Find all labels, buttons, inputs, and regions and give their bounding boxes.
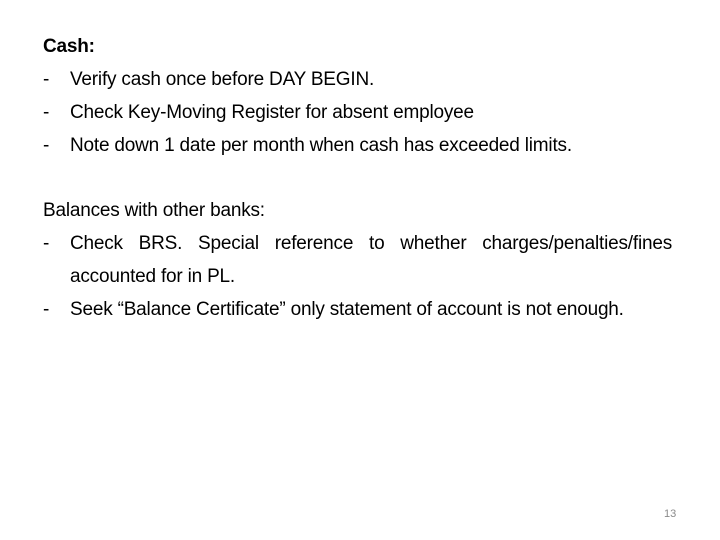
list-item-text: Seek “Balance Certificate” only statemen… — [70, 299, 624, 320]
bullet-dash: - — [43, 102, 50, 123]
list-item: - Check Key-Moving Register for absent e… — [43, 96, 672, 129]
section-heading: Balances with other banks: — [43, 200, 265, 221]
list-item-text: Note down 1 date per month when cash has… — [70, 135, 572, 156]
bullet-dash: - — [43, 69, 50, 90]
list-item: - Note down 1 date per month when cash h… — [43, 129, 672, 162]
bullet-dash: - — [43, 233, 50, 254]
list-item: - Check BRS. Special reference to whethe… — [43, 227, 672, 293]
list-item-text: Check BRS. Special reference to whether … — [70, 233, 672, 287]
slide-content: Cash: - Verify cash once before DAY BEGI… — [43, 30, 672, 326]
section-heading: Cash: — [43, 36, 95, 57]
bullet-dash: - — [43, 135, 50, 156]
list-item: - Verify cash once before DAY BEGIN. — [43, 63, 672, 96]
list-item-text: Verify cash once before DAY BEGIN. — [70, 69, 375, 90]
list-item: - Seek “Balance Certificate” only statem… — [43, 293, 672, 326]
section-cash: Cash: - Verify cash once before DAY BEGI… — [43, 30, 672, 162]
list-item-text: Check Key-Moving Register for absent emp… — [70, 102, 474, 123]
bullet-dash: - — [43, 299, 50, 320]
page-number: 13 — [664, 508, 677, 520]
slide: Cash: - Verify cash once before DAY BEGI… — [0, 0, 720, 540]
section-balances: Balances with other banks: - Check BRS. … — [43, 194, 672, 326]
